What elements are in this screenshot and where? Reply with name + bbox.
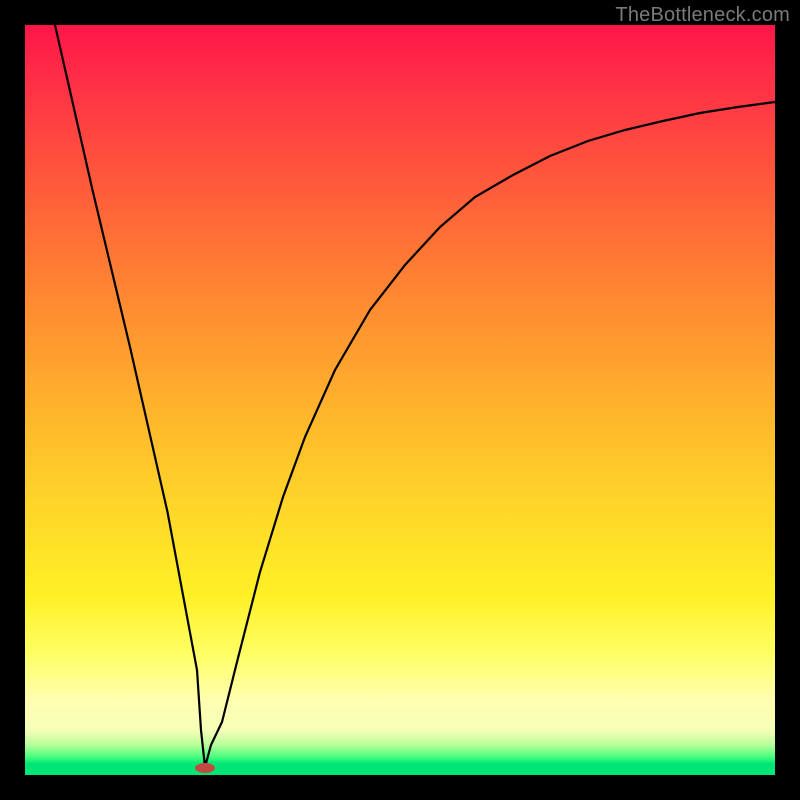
bottleneck-curve xyxy=(55,25,775,767)
curve-layer xyxy=(25,25,775,775)
minimum-marker xyxy=(195,763,215,773)
chart-container: TheBottleneck.com xyxy=(0,0,800,800)
watermark-text: TheBottleneck.com xyxy=(615,4,790,27)
